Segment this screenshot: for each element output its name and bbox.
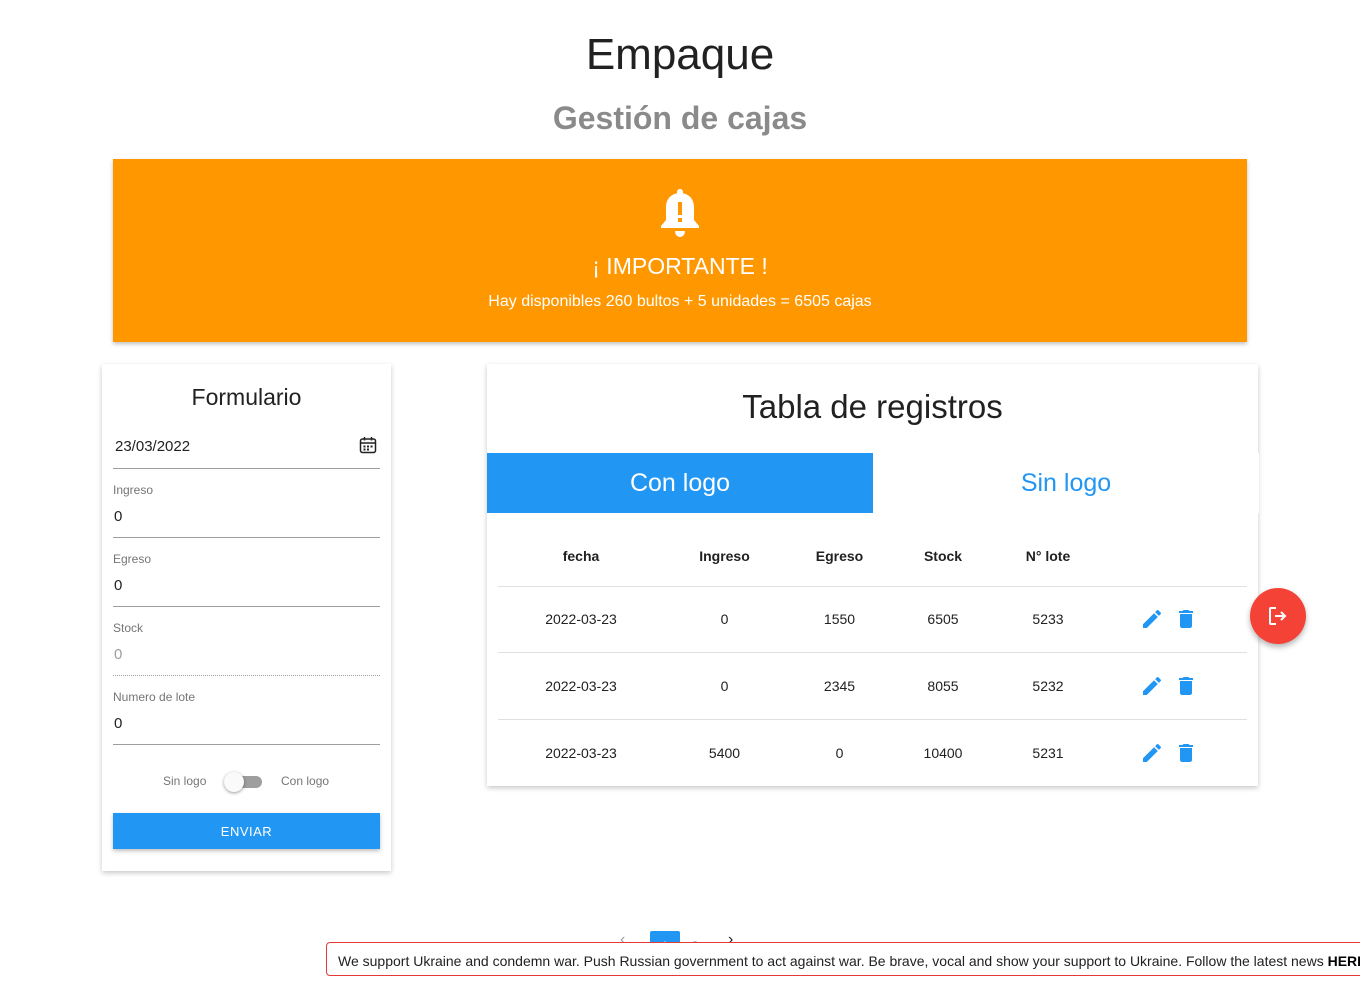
pencil-icon[interactable] xyxy=(1140,674,1164,698)
column-header-lote: N° lote xyxy=(992,526,1104,587)
cell-egreso: 0 xyxy=(835,744,844,761)
cell-actions xyxy=(1104,719,1247,786)
trash-icon[interactable] xyxy=(1174,741,1198,765)
records-table: fecha Ingreso Egreso Stock N° lote 2022-… xyxy=(498,526,1247,786)
table-header-row: fecha Ingreso Egreso Stock N° lote xyxy=(498,526,1247,587)
cell-ingreso: 0 xyxy=(664,652,785,720)
cell-fecha: 2022-03-23 xyxy=(498,652,664,720)
alert-message: Hay disponibles 260 bultos + 5 unidades … xyxy=(488,293,872,310)
table-row: 2022-03-23 5400 0 10400 5231 xyxy=(498,719,1247,786)
page-title: Empaque xyxy=(585,30,775,79)
logo-switch-row: Sin logo Con logo xyxy=(102,772,391,792)
cell-actions xyxy=(1104,652,1247,720)
date-value: 23/03/2022 xyxy=(115,438,191,455)
egreso-field[interactable]: Egreso 0 xyxy=(113,551,380,607)
egreso-label: Egreso xyxy=(113,552,152,566)
cell-stock: 10400 xyxy=(923,744,963,761)
switch-label-con-logo: Con logo xyxy=(281,774,330,788)
column-header-egreso: Egreso xyxy=(785,526,894,587)
cell-egreso: 2345 xyxy=(785,652,894,720)
form-card: Formulario 23/03/2022 Ingreso 0 Egreso 0… xyxy=(102,364,391,871)
pencil-icon[interactable] xyxy=(1140,741,1164,765)
bell-alert-icon xyxy=(661,189,699,237)
stock-field: Stock 0 xyxy=(113,620,380,676)
cell-stock: 6505 xyxy=(894,586,992,653)
cell-ingreso: 0 xyxy=(664,586,785,653)
column-header-ingreso: Ingreso xyxy=(664,526,785,587)
stock-value: 0 xyxy=(114,646,123,663)
logo-switch-thumb[interactable] xyxy=(224,772,244,792)
form-title: Formulario xyxy=(191,384,302,410)
ingreso-label: Ingreso xyxy=(113,483,154,497)
page-subtitle: Gestión de cajas xyxy=(552,100,808,136)
stock-label: Stock xyxy=(113,621,144,635)
cell-lote: 5233 xyxy=(992,586,1104,653)
lote-label: Numero de lote xyxy=(113,690,196,704)
cell-fecha: 2022-03-23 xyxy=(545,744,617,761)
ukraine-support-banner: We support Ukraine and condemn war. Push… xyxy=(326,942,1360,976)
cell-lote: 5231 xyxy=(1032,744,1064,761)
banner-text: We support Ukraine and condemn war. Push… xyxy=(338,953,1328,969)
cell-fecha: 2022-03-23 xyxy=(498,586,664,653)
date-field[interactable]: 23/03/2022 xyxy=(113,428,380,469)
trash-icon[interactable] xyxy=(1174,674,1198,698)
alert-title: ¡ IMPORTANTE ! xyxy=(592,253,768,279)
egreso-value: 0 xyxy=(114,577,123,594)
pencil-icon[interactable] xyxy=(1140,607,1164,631)
logout-button[interactable] xyxy=(1250,588,1306,644)
column-header-actions xyxy=(1104,526,1247,587)
cell-actions xyxy=(1104,586,1247,653)
lote-value: 0 xyxy=(114,715,123,732)
tab-sin-logo[interactable]: Sin logo xyxy=(873,453,1259,513)
switch-label-sin-logo: Sin logo xyxy=(163,774,207,788)
table-title: Tabla de registros xyxy=(742,388,1003,425)
cell-lote: 5232 xyxy=(992,652,1104,720)
column-header-fecha: fecha xyxy=(498,526,664,587)
cell-stock: 8055 xyxy=(894,652,992,720)
cell-ingreso: 5400 xyxy=(708,744,741,761)
banner-link[interactable]: HERE xyxy=(1328,953,1360,969)
table-row: 2022-03-23 0 1550 6505 5233 xyxy=(498,586,1247,653)
ingreso-value: 0 xyxy=(114,508,123,525)
column-header-stock: Stock xyxy=(894,526,992,587)
calendar-icon[interactable] xyxy=(359,436,377,454)
tab-con-logo[interactable]: Con logo xyxy=(487,453,873,513)
submit-button[interactable]: ENVIAR xyxy=(113,813,380,849)
table-row: 2022-03-23 0 2345 8055 5232 xyxy=(498,652,1247,720)
logout-icon xyxy=(1269,607,1287,625)
ingreso-field[interactable]: Ingreso 0 xyxy=(113,482,380,538)
important-alert: ¡ IMPORTANTE ! Hay disponibles 260 bulto… xyxy=(113,159,1247,342)
trash-icon[interactable] xyxy=(1174,607,1198,631)
lote-field[interactable]: Numero de lote 0 xyxy=(113,689,380,745)
records-card: Tabla de registros Con logo Sin logo fec… xyxy=(487,364,1259,786)
cell-egreso: 1550 xyxy=(785,586,894,653)
